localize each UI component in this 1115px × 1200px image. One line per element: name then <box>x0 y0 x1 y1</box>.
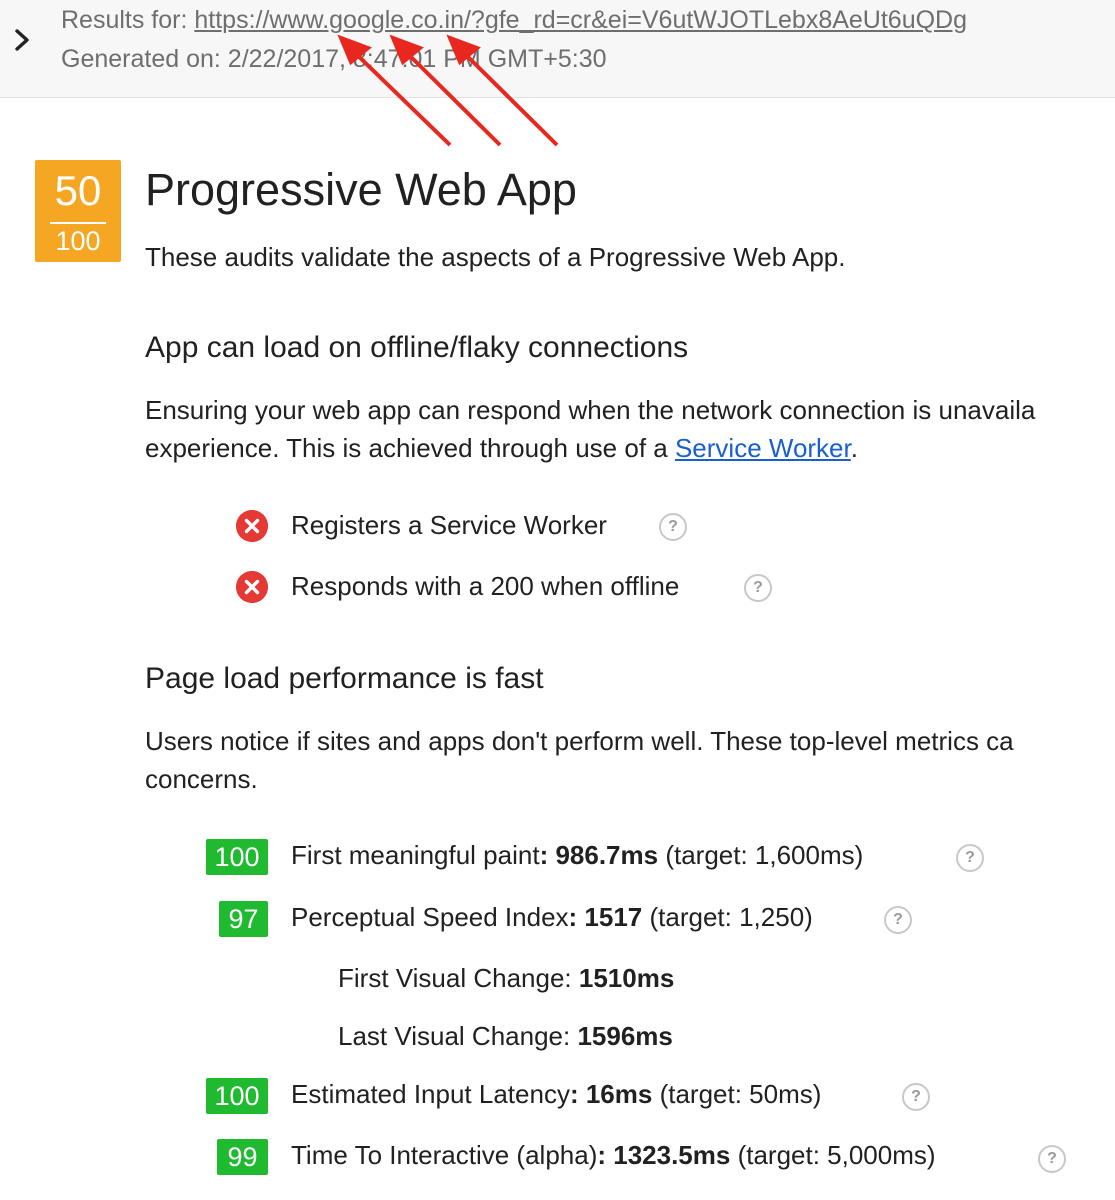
help-icon[interactable]: ? <box>884 906 912 934</box>
metric-target: (target: 1,250) <box>642 902 813 932</box>
audit-time-to-interactive: Time To Interactive (alpha): 1323.5ms (t… <box>291 1140 936 1171</box>
offline-section-description: Ensuring your web app can respond when t… <box>145 391 1035 467</box>
audit-estimated-input-latency: Estimated Input Latency: 16ms (target: 5… <box>291 1079 821 1110</box>
metric-name: Time To Interactive (alpha) <box>291 1140 598 1170</box>
performance-desc-line1: Users notice if sites and apps don't per… <box>145 726 1014 756</box>
metric-name: Perceptual Speed Index <box>291 902 569 932</box>
fail-icon <box>236 510 268 542</box>
service-worker-link[interactable]: Service Worker <box>675 433 851 463</box>
offline-desc-line1: Ensuring your web app can respond when t… <box>145 395 1036 425</box>
first-visual-change: First Visual Change: 1510ms <box>338 963 674 994</box>
score-max: 100 <box>55 226 101 256</box>
help-icon[interactable]: ? <box>902 1083 930 1111</box>
performance-section-heading: Page load performance is fast <box>145 662 544 695</box>
offline-desc-text: experience. This is achieved through use… <box>145 433 675 463</box>
metric-target: (target: 1,600ms) <box>658 840 864 870</box>
offline-desc-period: . <box>850 433 858 463</box>
score-badge: 99 <box>217 1139 268 1175</box>
metric-name: First meaningful paint <box>291 840 540 870</box>
help-icon[interactable]: ? <box>659 513 687 541</box>
audit-registers-service-worker: Registers a Service Worker <box>291 510 607 540</box>
help-icon[interactable]: ? <box>744 574 772 602</box>
metric-value: : 1323.5ms <box>597 1140 731 1170</box>
score-badge: 97 <box>219 901 268 937</box>
metric-value: : 16ms <box>569 1079 653 1109</box>
performance-desc-line2: concerns. <box>145 764 258 794</box>
metric-name: Estimated Input Latency <box>291 1079 570 1109</box>
performance-section-description: Users notice if sites and apps don't per… <box>145 722 1014 798</box>
sub-metric-label: Last Visual Change: <box>338 1021 578 1051</box>
category-description: These audits validate the aspects of a P… <box>145 242 846 272</box>
results-label: Results for: <box>61 6 195 34</box>
generated-on-text: Generated on: 2/22/2017, 8:47:01 PM GMT+… <box>61 45 607 73</box>
fail-icon <box>236 571 268 603</box>
score-value: 50 <box>54 167 102 214</box>
metric-target: (target: 50ms) <box>652 1079 822 1109</box>
chevron-right-icon[interactable] <box>8 26 36 54</box>
sub-metric-label: First Visual Change: <box>338 963 579 993</box>
metric-value: : 986.7ms <box>539 840 659 870</box>
results-url-link[interactable]: https://www.google.co.in/?gfe_rd=cr&ei=V… <box>194 6 967 34</box>
audit-responds-200-offline: Responds with a 200 when offline <box>291 571 680 601</box>
last-visual-change: Last Visual Change: 1596ms <box>338 1021 673 1052</box>
score-badge: 100 <box>206 1078 268 1114</box>
metric-target: (target: 5,000ms) <box>730 1140 936 1170</box>
help-icon[interactable]: ? <box>1038 1145 1066 1173</box>
help-icon[interactable]: ? <box>956 844 984 872</box>
results-for-line: Results for: https://www.google.co.in/?g… <box>61 6 967 35</box>
category-title: Progressive Web App <box>145 164 577 215</box>
report-header: Results for: https://www.google.co.in/?g… <box>0 0 1115 98</box>
score-badge: 100 <box>206 839 268 875</box>
audit-perceptual-speed-index: Perceptual Speed Index: 1517 (target: 1,… <box>291 902 813 933</box>
sub-metric-value: 1596ms <box>577 1021 673 1051</box>
audit-first-meaningful-paint: First meaningful paint: 986.7ms (target:… <box>291 840 863 871</box>
category-score-badge: 50 100 <box>35 160 121 262</box>
metric-value: : 1517 <box>568 902 643 932</box>
sub-metric-value: 1510ms <box>578 963 675 993</box>
offline-desc-line2: experience. This is achieved through use… <box>145 429 1035 467</box>
offline-section-heading: App can load on offline/flaky connection… <box>145 331 689 364</box>
